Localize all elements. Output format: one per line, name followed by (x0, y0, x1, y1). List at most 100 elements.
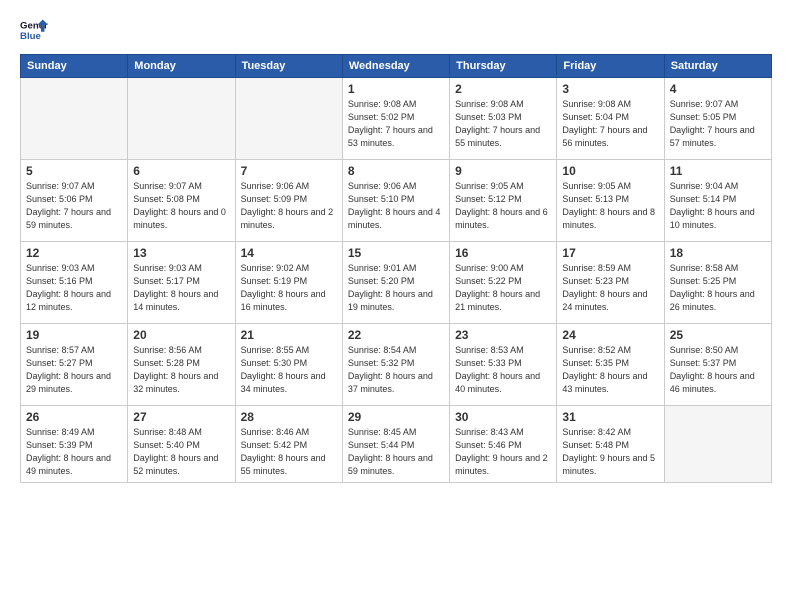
day-number: 19 (26, 328, 122, 342)
calendar-day-cell: 2Sunrise: 9:08 AM Sunset: 5:03 PM Daylig… (450, 78, 557, 160)
day-number: 15 (348, 246, 444, 260)
calendar-week-1: 1Sunrise: 9:08 AM Sunset: 5:02 PM Daylig… (21, 78, 772, 160)
calendar-day-cell: 3Sunrise: 9:08 AM Sunset: 5:04 PM Daylig… (557, 78, 664, 160)
day-number: 28 (241, 410, 337, 424)
calendar-table: SundayMondayTuesdayWednesdayThursdayFrid… (20, 54, 772, 483)
header: General Blue (20, 16, 772, 44)
day-number: 8 (348, 164, 444, 178)
calendar-day-cell: 27Sunrise: 8:48 AM Sunset: 5:40 PM Dayli… (128, 406, 235, 483)
day-detail-text: Sunrise: 9:06 AM Sunset: 5:10 PM Dayligh… (348, 180, 444, 232)
day-number: 9 (455, 164, 551, 178)
day-detail-text: Sunrise: 9:06 AM Sunset: 5:09 PM Dayligh… (241, 180, 337, 232)
day-detail-text: Sunrise: 8:52 AM Sunset: 5:35 PM Dayligh… (562, 344, 658, 396)
calendar-day-cell: 22 Sunrise: 8:54 AM Sunset: 5:32 PM Dayli… (342, 324, 449, 406)
day-number: 26 (26, 410, 122, 424)
day-number: 12 (26, 246, 122, 260)
calendar-day-cell: 15 Sunrise: 9:01 AM Sunset: 5:20 PM Dayli… (342, 242, 449, 324)
day-number: 22 (348, 328, 444, 342)
calendar-day-cell: 5 Sunrise: 9:07 AM Sunset: 5:06 PM Daylig… (21, 160, 128, 242)
weekday-header-wednesday: Wednesday (342, 55, 449, 78)
day-detail-text: Sunrise: 8:53 AM Sunset: 5:33 PM Dayligh… (455, 344, 551, 396)
calendar-day-cell: 9 Sunrise: 9:05 AM Sunset: 5:12 PM Daylig… (450, 160, 557, 242)
day-detail-text: Sunrise: 8:50 AM Sunset: 5:37 PM Dayligh… (670, 344, 766, 396)
day-number: 16 (455, 246, 551, 260)
calendar-day-cell: 23 Sunrise: 8:53 AM Sunset: 5:33 PM Dayli… (450, 324, 557, 406)
calendar-day-cell: 8 Sunrise: 9:06 AM Sunset: 5:10 PM Daylig… (342, 160, 449, 242)
calendar-day-cell: 20 Sunrise: 8:56 AM Sunset: 5:28 PM Dayli… (128, 324, 235, 406)
day-number: 31 (562, 410, 658, 424)
day-number: 24 (562, 328, 658, 342)
day-number: 18 (670, 246, 766, 260)
calendar-header-row: SundayMondayTuesdayWednesdayThursdayFrid… (21, 55, 772, 78)
day-number: 23 (455, 328, 551, 342)
calendar-day-cell: 30 Sunrise: 8:43 AM Sunset: 5:46 PM Dayli… (450, 406, 557, 483)
calendar-day-cell (21, 78, 128, 160)
calendar-day-cell (664, 406, 771, 483)
calendar-day-cell: 6 Sunrise: 9:07 AM Sunset: 5:08 PM Daylig… (128, 160, 235, 242)
day-number: 13 (133, 246, 229, 260)
calendar-week-3: 12 Sunrise: 9:03 AM Sunset: 5:16 PM Dayli… (21, 242, 772, 324)
calendar-week-5: 26 Sunrise: 8:49 AM Sunset: 5:39 PM Dayli… (21, 406, 772, 483)
logo-icon: General Blue (20, 16, 48, 44)
weekday-header-saturday: Saturday (664, 55, 771, 78)
calendar-day-cell: 29 Sunrise: 8:45 AM Sunset: 5:44 PM Dayli… (342, 406, 449, 483)
day-detail-text: Sunrise: 9:08 AM Sunset: 5:03 PM Dayligh… (455, 98, 551, 150)
day-number: 5 (26, 164, 122, 178)
day-detail-text: Sunrise: 9:05 AM Sunset: 5:12 PM Dayligh… (455, 180, 551, 232)
calendar-day-cell: 21Sunrise: 8:55 AM Sunset: 5:30 PM Dayli… (235, 324, 342, 406)
day-number: 11 (670, 164, 766, 178)
day-detail-text: Sunrise: 8:59 AM Sunset: 5:23 PM Dayligh… (562, 262, 658, 314)
calendar-day-cell (128, 78, 235, 160)
calendar-day-cell: 17 Sunrise: 8:59 AM Sunset: 5:23 PM Dayli… (557, 242, 664, 324)
weekday-header-tuesday: Tuesday (235, 55, 342, 78)
calendar-day-cell: 1Sunrise: 9:08 AM Sunset: 5:02 PM Daylig… (342, 78, 449, 160)
calendar-day-cell: 25Sunrise: 8:50 AM Sunset: 5:37 PM Dayli… (664, 324, 771, 406)
calendar-day-cell: 12 Sunrise: 9:03 AM Sunset: 5:16 PM Dayli… (21, 242, 128, 324)
calendar-day-cell (235, 78, 342, 160)
weekday-header-thursday: Thursday (450, 55, 557, 78)
calendar-day-cell: 14Sunrise: 9:02 AM Sunset: 5:19 PM Dayli… (235, 242, 342, 324)
day-detail-text: Sunrise: 9:02 AM Sunset: 5:19 PM Dayligh… (241, 262, 337, 314)
day-detail-text: Sunrise: 8:45 AM Sunset: 5:44 PM Dayligh… (348, 426, 444, 478)
calendar-week-2: 5 Sunrise: 9:07 AM Sunset: 5:06 PM Daylig… (21, 160, 772, 242)
day-detail-text: Sunrise: 9:03 AM Sunset: 5:17 PM Dayligh… (133, 262, 229, 314)
day-number: 3 (562, 82, 658, 96)
day-detail-text: Sunrise: 8:58 AM Sunset: 5:25 PM Dayligh… (670, 262, 766, 314)
day-number: 30 (455, 410, 551, 424)
day-detail-text: Sunrise: 8:57 AM Sunset: 5:27 PM Dayligh… (26, 344, 122, 396)
day-detail-text: Sunrise: 8:55 AM Sunset: 5:30 PM Dayligh… (241, 344, 337, 396)
calendar-day-cell: 19 Sunrise: 8:57 AM Sunset: 5:27 PM Dayli… (21, 324, 128, 406)
day-detail-text: Sunrise: 9:00 AM Sunset: 5:22 PM Dayligh… (455, 262, 551, 314)
day-detail-text: Sunrise: 8:49 AM Sunset: 5:39 PM Dayligh… (26, 426, 122, 478)
weekday-header-friday: Friday (557, 55, 664, 78)
day-detail-text: Sunrise: 9:07 AM Sunset: 5:06 PM Dayligh… (26, 180, 122, 232)
day-number: 20 (133, 328, 229, 342)
day-detail-text: Sunrise: 8:48 AM Sunset: 5:40 PM Dayligh… (133, 426, 229, 478)
day-detail-text: Sunrise: 9:07 AM Sunset: 5:08 PM Dayligh… (133, 180, 229, 232)
calendar-day-cell: 4 Sunrise: 9:07 AM Sunset: 5:05 PM Daylig… (664, 78, 771, 160)
day-number: 1 (348, 82, 444, 96)
day-detail-text: Sunrise: 8:54 AM Sunset: 5:32 PM Dayligh… (348, 344, 444, 396)
calendar-day-cell: 26 Sunrise: 8:49 AM Sunset: 5:39 PM Dayli… (21, 406, 128, 483)
logo: General Blue (20, 16, 54, 44)
day-number: 6 (133, 164, 229, 178)
day-detail-text: Sunrise: 8:42 AM Sunset: 5:48 PM Dayligh… (562, 426, 658, 478)
day-number: 29 (348, 410, 444, 424)
calendar-day-cell: 13 Sunrise: 9:03 AM Sunset: 5:17 PM Dayli… (128, 242, 235, 324)
weekday-header-monday: Monday (128, 55, 235, 78)
day-detail-text: Sunrise: 9:07 AM Sunset: 5:05 PM Dayligh… (670, 98, 766, 150)
day-number: 10 (562, 164, 658, 178)
day-detail-text: Sunrise: 8:56 AM Sunset: 5:28 PM Dayligh… (133, 344, 229, 396)
calendar-day-cell: 31 Sunrise: 8:42 AM Sunset: 5:48 PM Dayli… (557, 406, 664, 483)
day-number: 17 (562, 246, 658, 260)
calendar-day-cell: 11Sunrise: 9:04 AM Sunset: 5:14 PM Dayli… (664, 160, 771, 242)
day-detail-text: Sunrise: 9:05 AM Sunset: 5:13 PM Dayligh… (562, 180, 658, 232)
page: General Blue SundayMondayTuesdayWednesda… (0, 0, 792, 612)
calendar-day-cell: 16 Sunrise: 9:00 AM Sunset: 5:22 PM Dayli… (450, 242, 557, 324)
calendar-day-cell: 10 Sunrise: 9:05 AM Sunset: 5:13 PM Dayli… (557, 160, 664, 242)
calendar-day-cell: 24 Sunrise: 8:52 AM Sunset: 5:35 PM Dayli… (557, 324, 664, 406)
day-detail-text: Sunrise: 9:01 AM Sunset: 5:20 PM Dayligh… (348, 262, 444, 314)
day-detail-text: Sunrise: 9:03 AM Sunset: 5:16 PM Dayligh… (26, 262, 122, 314)
day-number: 4 (670, 82, 766, 96)
day-detail-text: Sunrise: 8:43 AM Sunset: 5:46 PM Dayligh… (455, 426, 551, 478)
